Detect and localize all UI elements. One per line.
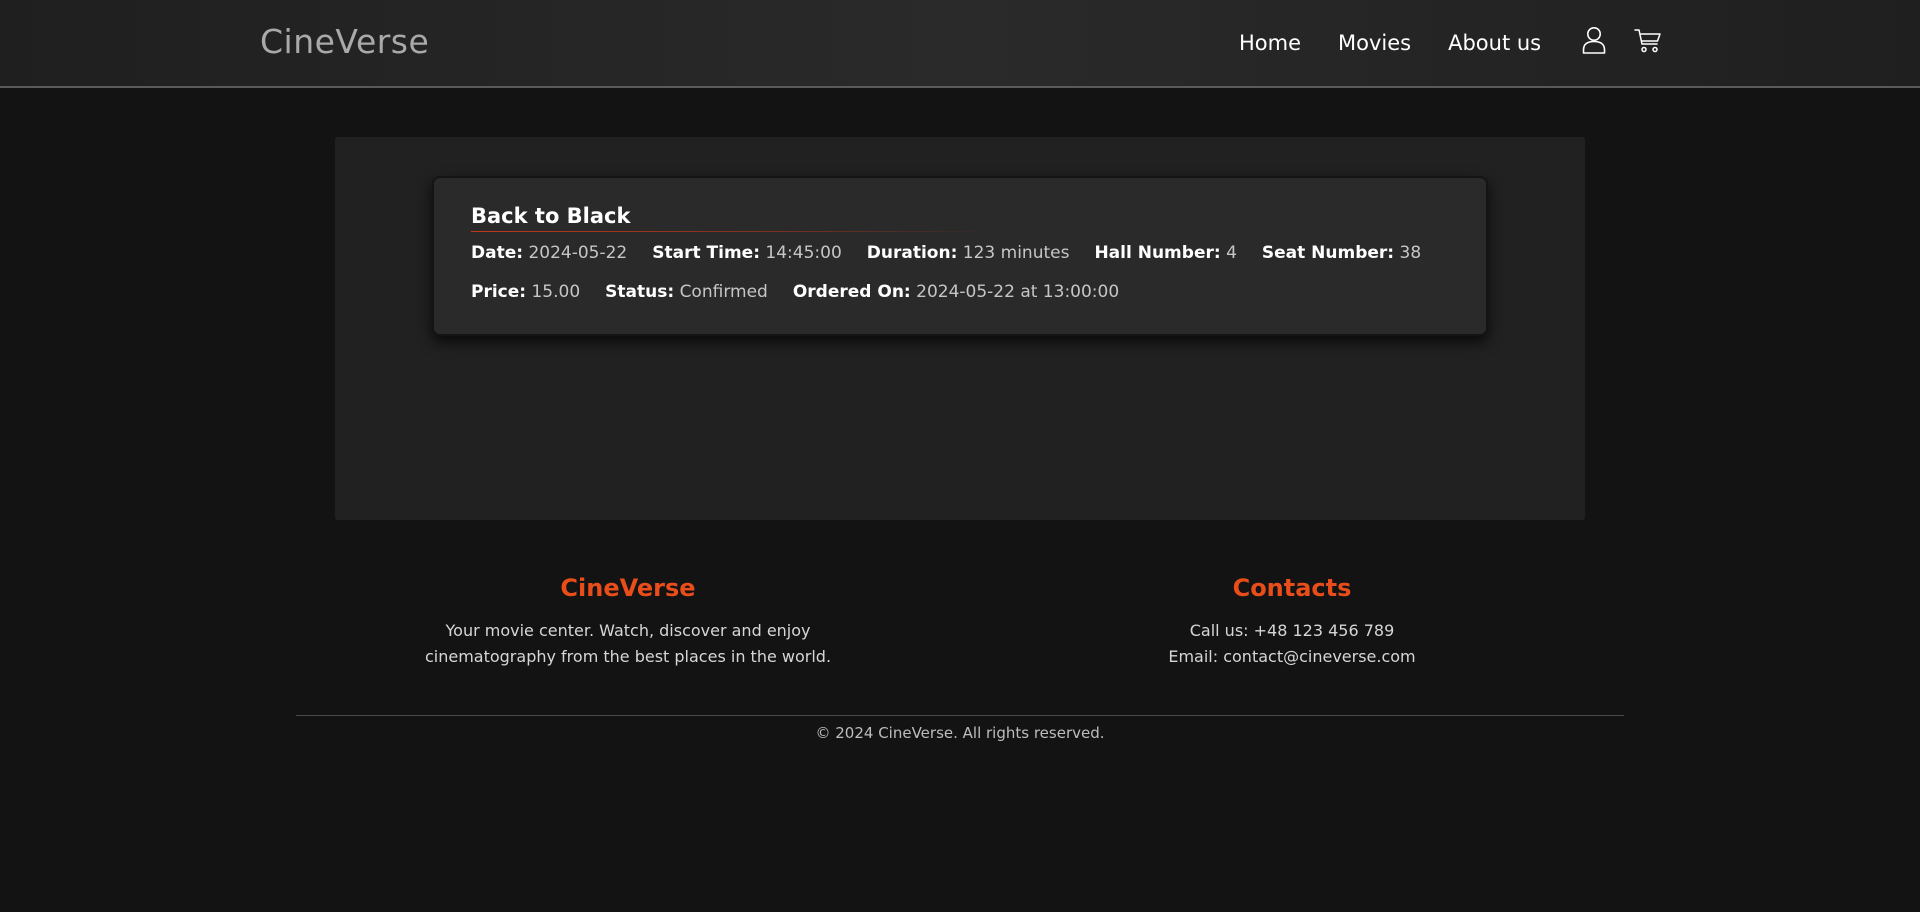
- ordered-on-label: Ordered On:: [792, 282, 911, 302]
- footer-about-line-1: Your movie center. Watch, discover and e…: [445, 621, 811, 640]
- orders-panel: Back to Black Date: 2024-05-22 Start Tim…: [335, 137, 1585, 520]
- movie-title: Back to Black: [471, 204, 631, 228]
- price-label: Price:: [471, 282, 527, 302]
- footer-about: CineVerse Your movie center. Watch, disc…: [378, 572, 878, 670]
- ticket-start-time: Start Time: 14:45:00: [652, 242, 842, 264]
- start-time-label: Start Time:: [652, 243, 760, 263]
- footer-about-line-2: cinematography from the best places in t…: [424, 647, 832, 666]
- nav-movies-link[interactable]: Movies: [1338, 30, 1411, 56]
- price-value: 15.00: [531, 282, 581, 302]
- ticket-seat-number: Seat Number: 38: [1262, 242, 1421, 264]
- footer-about-title: CineVerse: [560, 574, 696, 602]
- ticket-details-row-1: Date: 2024-05-22 Start Time: 14:45:00 Du…: [471, 242, 1446, 264]
- ticket-card: Back to Black Date: 2024-05-22 Start Tim…: [432, 176, 1488, 336]
- hall-number-value: 4: [1226, 243, 1237, 263]
- ticket-status: Status: Confirmed: [605, 281, 768, 303]
- footer-contacts-title: Contacts: [1232, 574, 1352, 602]
- seat-number-label: Seat Number:: [1261, 243, 1395, 263]
- duration-value: 123 minutes: [962, 243, 1070, 263]
- copyright-text: © 2024 CineVerse. All rights reserved.: [815, 724, 1105, 742]
- title-underline: [471, 231, 991, 232]
- duration-label: Duration:: [866, 243, 958, 263]
- date-label: Date:: [471, 243, 524, 263]
- ticket-date: Date: 2024-05-22: [471, 242, 627, 264]
- seat-number-value: 38: [1399, 243, 1422, 263]
- hall-number-label: Hall Number:: [1094, 243, 1221, 263]
- ticket-duration: Duration: 123 minutes: [867, 242, 1070, 264]
- main-nav: Home Movies About us: [1239, 30, 1541, 56]
- user-icon[interactable]: [1582, 26, 1606, 54]
- footer-email: Email: contact@cineverse.com: [1168, 647, 1416, 666]
- site-header: CineVerse Home Movies About us: [0, 0, 1920, 88]
- footer-phone: Call us: +48 123 456 789: [1189, 621, 1395, 640]
- site-logo[interactable]: CineVerse: [260, 22, 429, 61]
- cart-icon[interactable]: [1634, 28, 1662, 54]
- nav-about-link[interactable]: About us: [1448, 30, 1541, 56]
- footer-divider: [296, 715, 1624, 716]
- date-value: 2024-05-22: [528, 243, 628, 263]
- ordered-on-value: 2024-05-22 at 13:00:00: [916, 282, 1120, 302]
- status-value: Confirmed: [679, 282, 768, 302]
- nav-home-link[interactable]: Home: [1239, 30, 1301, 56]
- ticket-price: Price: 15.00: [471, 281, 580, 303]
- ticket-ordered-on: Ordered On: 2024-05-22 at 13:00:00: [793, 281, 1119, 303]
- footer-contacts: Contacts Call us: +48 123 456 789 Email:…: [1042, 572, 1542, 670]
- start-time-value: 14:45:00: [765, 243, 842, 263]
- ticket-hall-number: Hall Number: 4: [1094, 242, 1236, 264]
- status-label: Status:: [605, 282, 675, 302]
- ticket-details-row-2: Price: 15.00 Status: Confirmed Ordered O…: [471, 281, 1144, 303]
